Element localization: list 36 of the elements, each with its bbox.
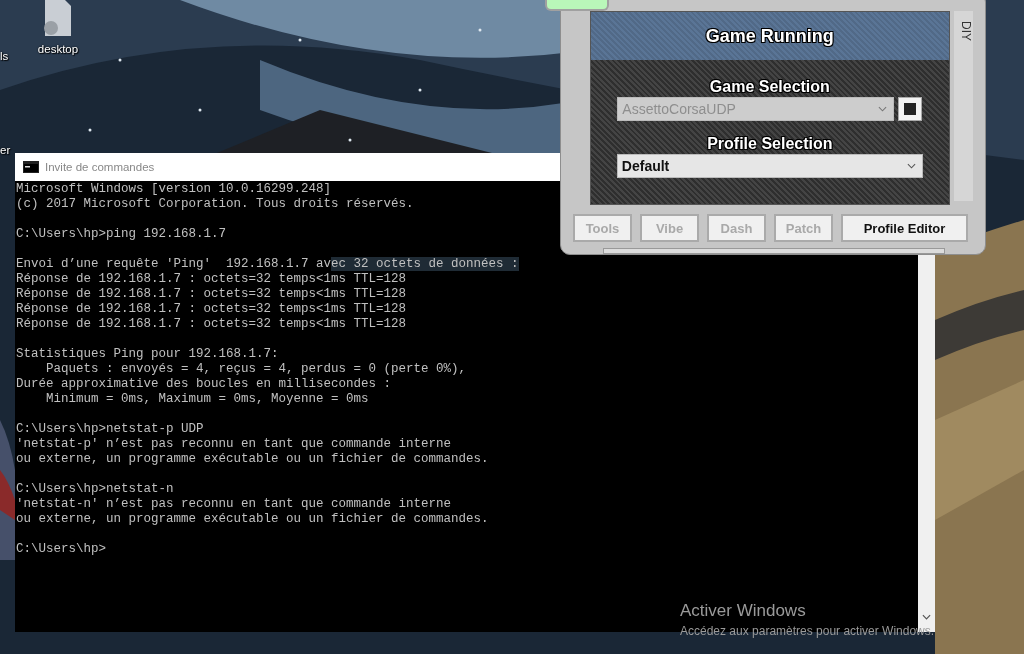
activation-message: Accédez aux paramètres pour activer Windows. [680, 624, 935, 638]
console-line: ou externe, un programme exécutable ou un fichier de commandes. [16, 452, 489, 467]
console-line: Réponse de 192.168.1.7 : octets=32 temps<1ms TTL=128 [16, 302, 407, 317]
console-line: Minimum = 0ms, Maximum = 0ms, Moyenne = 0ms [45, 392, 369, 407]
console-line: 'netstat-p' n’est pas reconnu en tant que commande interne [16, 437, 452, 452]
status-text: Game Running [705, 25, 834, 47]
console-line: Réponse de 192.168.1.7 : octets=32 temps<1ms TTL=128 [16, 287, 407, 302]
console-text: Envoi d’une requête 'Ping' 192.168.1.7 av [16, 257, 332, 271]
console-text: ec 32 octets de données : [331, 257, 519, 271]
chevron-down-icon[interactable] [922, 614, 931, 620]
chevron-down-icon[interactable] [906, 163, 916, 169]
profile-dropdown[interactable]: Default [616, 154, 923, 178]
stop-button[interactable] [898, 97, 923, 121]
console-line: C:\Users\hp> [16, 542, 106, 557]
console-line: ou externe, un programme exécutable ou un fichier de commandes. [16, 512, 489, 527]
icon-label[interactable]: desktop [37, 43, 79, 55]
console-line: Durée approximative des boucles en millisecondes : [16, 377, 392, 392]
console-line: C:\Users\hp>netstat-p UDP [16, 422, 204, 437]
console-line: Microsoft Windows [version 10.0.16299.248] [16, 182, 332, 197]
side-tab[interactable]: DIY [953, 11, 973, 201]
console-line: C:\Users\hp>netstat-n [16, 482, 174, 497]
console-line: 'netstat-n' n’est pas reconnu en tant que commande interne [16, 497, 452, 512]
console-line: C:\Users\hp>ping 192.168.1.7 [16, 227, 227, 242]
icon-label[interactable]: ls [0, 50, 9, 62]
toolbar-button[interactable]: Profile Editor [841, 214, 968, 242]
console-line: (c) 2017 Microsoft Corporation. Tous droits réservés. [16, 197, 414, 212]
section-label: Game Selection [709, 78, 830, 96]
console-line: Statistiques Ping pour 192.168.1.7: [16, 347, 279, 362]
activation-title: Activer Windows [680, 601, 806, 621]
console-line: Paquets : envoyés = 4, reçus = 4, perdus = 0 (perte 0%), [45, 362, 467, 377]
icon-label[interactable]: er [0, 144, 11, 156]
console-line: Réponse de 192.168.1.7 : octets=32 temps<1ms TTL=128 [16, 272, 407, 287]
section-label: Profile Selection [707, 135, 833, 153]
window-title: Invite de commandes [45, 161, 155, 173]
console-line: Réponse de 192.168.1.7 : octets=32 temps<1ms TTL=128 [16, 317, 407, 332]
console-icon [23, 161, 39, 173]
